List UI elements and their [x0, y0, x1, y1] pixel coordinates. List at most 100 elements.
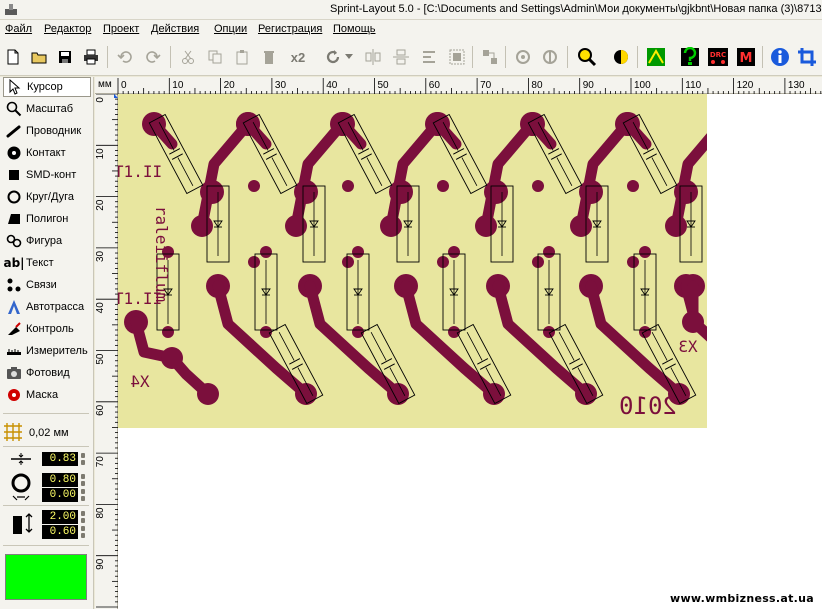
- tool-autoroute[interactable]: Автотрасса: [3, 297, 91, 317]
- ruler-v-label: 40: [95, 302, 106, 314]
- drc-icon[interactable]: DRC: [707, 46, 729, 68]
- align-icon[interactable]: [418, 46, 440, 68]
- tool-test[interactable]: Контроль: [3, 319, 91, 339]
- pcb-layout: T1.IIT1.IIraleiiflumX4X32010: [118, 112, 707, 420]
- track-width-field[interactable]: 0.83: [42, 452, 78, 466]
- mirror-horizontal-icon[interactable]: [362, 46, 384, 68]
- undo-icon[interactable]: [114, 46, 136, 68]
- copy-icon[interactable]: [204, 46, 226, 68]
- redo-icon[interactable]: [142, 46, 164, 68]
- mask-icon: [5, 386, 23, 404]
- tool-connections[interactable]: Связи: [3, 275, 91, 295]
- menu-options[interactable]: Опции: [214, 23, 247, 35]
- svg-text:DRC: DRC: [710, 51, 726, 59]
- lock-icon[interactable]: [512, 46, 534, 68]
- pad-outer-field[interactable]: 0.80: [42, 473, 78, 487]
- menu-actions[interactable]: Действия: [151, 23, 199, 35]
- polygon-icon: [5, 210, 23, 228]
- text-icon: ab|: [3, 256, 25, 270]
- tool-shape[interactable]: Фигура: [3, 231, 91, 251]
- ruler-v-label: 60: [95, 404, 106, 416]
- tool-smd-pad[interactable]: SMD-конт: [3, 165, 91, 185]
- menu-project[interactable]: Проект: [103, 23, 139, 35]
- label-vertical: raleiiflum: [152, 206, 171, 302]
- layer-toggle-icon[interactable]: [610, 46, 632, 68]
- crop-icon[interactable]: [796, 46, 818, 68]
- active-layer-color[interactable]: [5, 554, 87, 600]
- tool-panel: Курсор Масштаб Проводник Контакт SMD-кон…: [0, 77, 94, 609]
- grid-value: 0,02 мм: [29, 427, 69, 439]
- delete-icon[interactable]: [258, 46, 280, 68]
- pad-inner-field[interactable]: 0.00: [42, 488, 78, 502]
- photoview-icon: [5, 364, 23, 382]
- app-window: Sprint-Layout 5.0 - [C:\Documents and Se…: [0, 0, 822, 609]
- grid-selector[interactable]: 0,02 мм: [3, 422, 69, 445]
- label-year: 2010: [619, 392, 677, 420]
- tool-text[interactable]: ab| Текст: [3, 253, 91, 273]
- autoroute-toolbar-icon[interactable]: [645, 46, 667, 68]
- group-icon[interactable]: [446, 46, 468, 68]
- horizontal-ruler-ticks: 0 10 20 30 40 50 60 70 80 90 100 110 120 130: [117, 78, 822, 94]
- menu-edit[interactable]: Редактор: [44, 23, 91, 35]
- horizontal-ruler: мм 0 10 20 30 40 50 60 70 80 90 100 110 120 130: [95, 77, 822, 94]
- tool-circle-arc[interactable]: Круг/Дуга: [3, 187, 91, 207]
- unlock-icon[interactable]: [539, 46, 561, 68]
- smd-width-field[interactable]: 2.00: [42, 510, 78, 524]
- smd-height-field[interactable]: 0.60: [42, 525, 78, 539]
- menu-bar: Файл Редактор Проект Действия Опции Реги…: [0, 20, 822, 40]
- cursor-icon: [6, 78, 24, 96]
- ruler-v-label: 90: [95, 558, 106, 570]
- grid-icon: [3, 422, 23, 445]
- ungroup-icon[interactable]: [479, 46, 501, 68]
- vertical-ruler: 0 10 20 30 40 50 60 70 80 90: [95, 94, 118, 609]
- ruler-h-label: 120: [737, 80, 754, 91]
- autoroute-icon: [5, 298, 23, 316]
- ruler-h-label: 100: [634, 80, 651, 91]
- track-width-icon: [10, 452, 32, 469]
- pcb-canvas[interactable]: T1.II T1.II raleiiflum X4 X3 2010: [118, 94, 822, 609]
- menu-file[interactable]: Файл: [5, 23, 32, 35]
- tool-pad[interactable]: Контакт: [3, 143, 91, 163]
- pcb-board[interactable]: T1.II T1.II raleiiflum X4 X3 2010: [118, 94, 707, 428]
- tool-polygon[interactable]: Полигон: [3, 209, 91, 229]
- zoom-magnifier-icon[interactable]: [576, 46, 598, 68]
- new-file-icon[interactable]: [2, 46, 24, 68]
- ruler-v-label: 80: [95, 507, 106, 519]
- save-icon[interactable]: [54, 46, 76, 68]
- pad-outer-spinner[interactable]: [80, 473, 86, 487]
- pad-inner-spinner[interactable]: [80, 488, 86, 502]
- print-icon[interactable]: [80, 46, 102, 68]
- ruler-v-label: 0: [95, 97, 106, 103]
- ruler-h-label: 110: [685, 80, 701, 91]
- paste-icon[interactable]: [231, 46, 253, 68]
- tool-measure[interactable]: Измеритель: [3, 341, 91, 361]
- tool-track[interactable]: Проводник: [3, 121, 91, 141]
- macro-icon[interactable]: M: [735, 46, 757, 68]
- rotate-dropdown-icon[interactable]: [343, 46, 355, 68]
- menu-registration[interactable]: Регистрация: [258, 23, 322, 35]
- ruler-h-label: 0: [121, 80, 127, 91]
- ruler-h-label: 70: [480, 80, 492, 91]
- menu-help[interactable]: Помощь: [333, 23, 376, 35]
- app-icon: [5, 4, 17, 15]
- circle-arc-icon: [5, 188, 23, 206]
- ruler-v-label: 30: [95, 250, 106, 262]
- smd-height-spinner[interactable]: [80, 525, 86, 539]
- tool-mask[interactable]: Маска: [3, 385, 91, 405]
- ruler-h-label: 60: [429, 80, 441, 91]
- tool-cursor[interactable]: Курсор: [3, 77, 91, 97]
- tool-zoom[interactable]: Масштаб: [3, 99, 91, 119]
- rotate-icon[interactable]: [322, 46, 344, 68]
- pad-size-icon: [10, 472, 32, 505]
- mirror-vertical-icon[interactable]: [390, 46, 412, 68]
- ruler-v-label: 50: [95, 353, 106, 365]
- test-toolbar-icon[interactable]: [679, 46, 701, 68]
- smd-width-spinner[interactable]: [80, 510, 86, 524]
- duplicate-x2-button[interactable]: x2: [285, 46, 311, 68]
- open-file-icon[interactable]: [28, 46, 50, 68]
- label-x4: X4: [130, 372, 149, 391]
- info-icon[interactable]: [769, 46, 791, 68]
- cut-icon[interactable]: [177, 46, 199, 68]
- track-width-spinner[interactable]: [80, 452, 86, 466]
- tool-photoview[interactable]: Фотовид: [3, 363, 91, 383]
